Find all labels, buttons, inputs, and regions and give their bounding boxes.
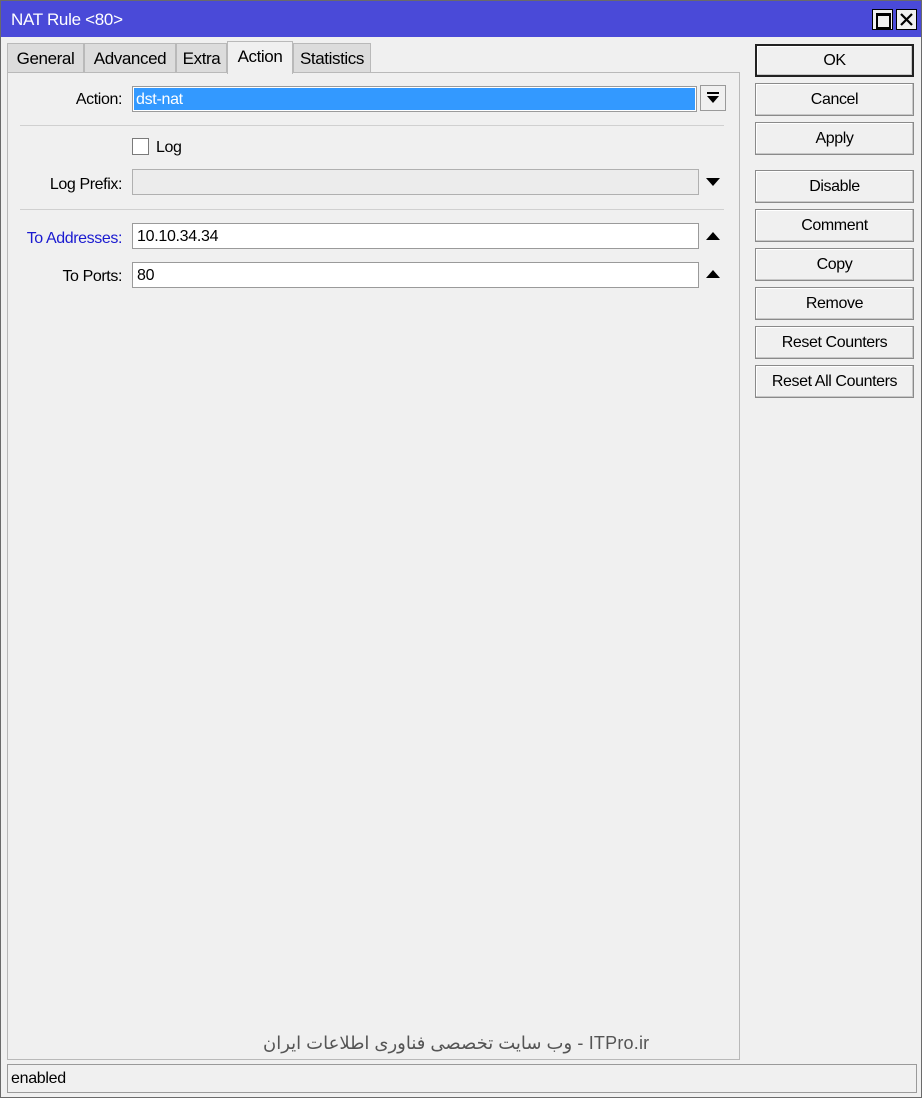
apply-button[interactable]: Apply — [755, 122, 914, 155]
remove-button[interactable]: Remove — [755, 287, 914, 320]
tab-advanced[interactable]: Advanced — [84, 43, 176, 73]
dropdown-arrow-icon — [707, 92, 719, 103]
action-dropdown-button[interactable] — [700, 85, 726, 111]
separator — [20, 125, 724, 126]
tab-statistics[interactable]: Statistics — [293, 43, 371, 73]
to-ports-collapse-icon[interactable] — [706, 270, 720, 278]
ok-button[interactable]: OK — [755, 44, 914, 77]
reset-counters-button[interactable]: Reset Counters — [755, 326, 914, 359]
maximize-icon[interactable] — [872, 9, 893, 30]
window-title: NAT Rule <80> — [11, 10, 123, 29]
tab-general[interactable]: General — [7, 43, 84, 73]
disable-button[interactable]: Disable — [755, 170, 914, 203]
tab-action[interactable]: Action — [227, 41, 293, 74]
log-prefix-label: Log Prefix: — [49, 176, 122, 193]
action-panel: Action: dst-nat Log Log Prefix: To Addre… — [7, 72, 740, 1060]
nat-rule-window: NAT Rule <80> General Advanced Extra Act… — [0, 0, 922, 1098]
to-addresses-input[interactable]: 10.10.34.34 — [132, 223, 699, 249]
to-ports-input[interactable]: 80 — [132, 262, 699, 288]
action-label: Action: — [75, 91, 123, 108]
copy-button[interactable]: Copy — [755, 248, 914, 281]
tab-extra[interactable]: Extra — [176, 43, 227, 73]
to-addresses-label[interactable]: To Addresses: — [8, 230, 123, 248]
status-bar: enabled — [7, 1064, 917, 1093]
cancel-button[interactable]: Cancel — [755, 83, 914, 116]
action-select[interactable]: dst-nat — [132, 86, 697, 112]
comment-button[interactable]: Comment — [755, 209, 914, 242]
close-icon[interactable] — [896, 9, 917, 30]
title-bar[interactable]: NAT Rule <80> — [1, 1, 921, 37]
reset-all-counters-button[interactable]: Reset All Counters — [755, 365, 914, 398]
to-ports-label: To Ports: — [62, 268, 122, 285]
log-prefix-expand-icon[interactable] — [706, 178, 720, 186]
action-value: dst-nat — [134, 88, 695, 110]
log-checkbox[interactable] — [132, 138, 149, 155]
log-prefix-input[interactable] — [132, 169, 699, 195]
to-addresses-collapse-icon[interactable] — [706, 232, 720, 240]
watermark: ITPro.ir - وب سایت تخصصی فناوری اطلاعات … — [263, 1033, 650, 1053]
log-label: Log — [156, 139, 182, 156]
separator — [20, 209, 724, 210]
